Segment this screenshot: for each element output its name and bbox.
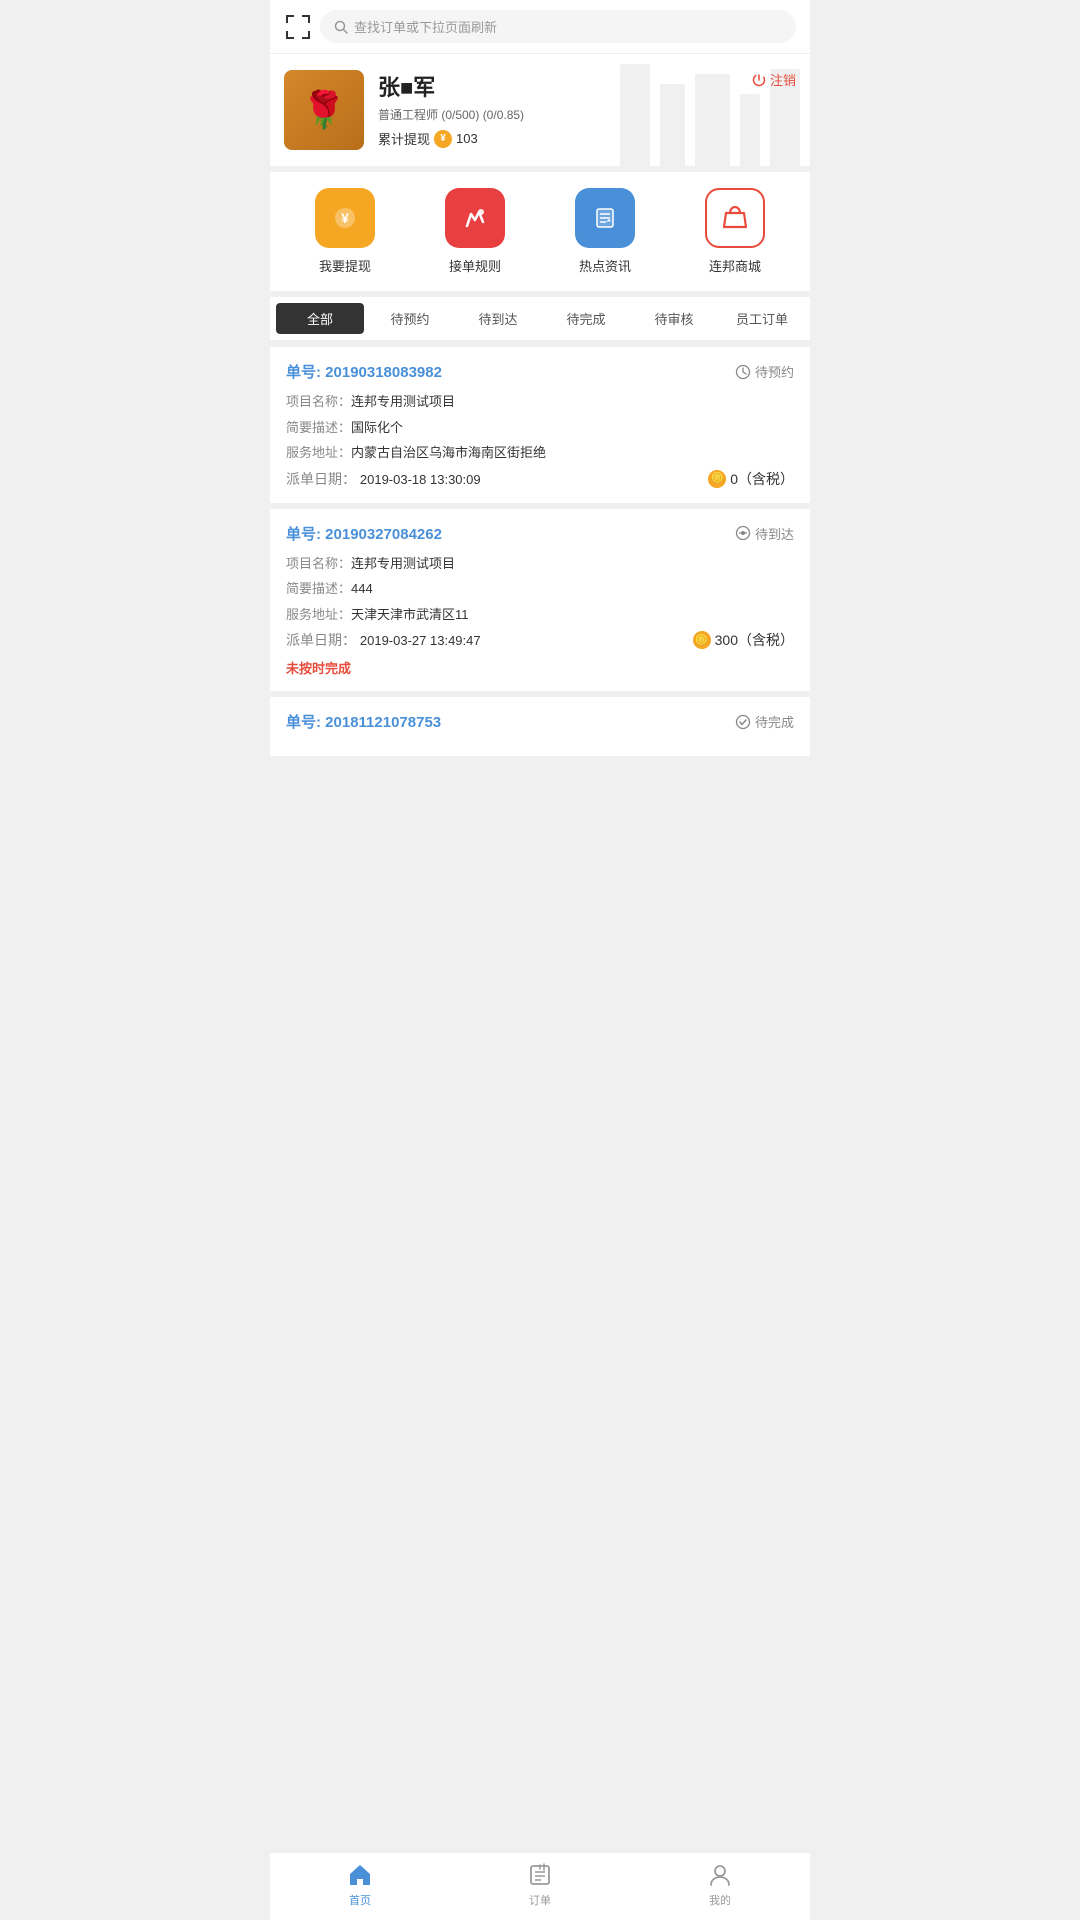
header: 查找订单或下拉页面刷新 [270, 0, 810, 54]
home-icon [346, 1861, 374, 1889]
price-coin-icon-2: 🪙 [693, 631, 711, 649]
mine-icon [706, 1861, 734, 1889]
rules-icon [445, 188, 505, 248]
news-label: 热点资讯 [579, 256, 631, 275]
desc-value-2: 444 [351, 579, 794, 599]
tab-pending-arrive[interactable]: 待到达 [454, 297, 542, 340]
arrive-icon [735, 525, 751, 541]
order-status-text-2: 待到达 [755, 524, 794, 543]
search-icon [334, 20, 348, 34]
action-withdraw[interactable]: ¥ 我要提现 [315, 188, 375, 275]
order-header-1: 单号: 20190318083982 待预约 [286, 361, 794, 382]
price-coin-icon-1: 🪙 [708, 470, 726, 488]
desc-value-1: 国际化个 [351, 418, 794, 438]
search-placeholder: 查找订单或下拉页面刷新 [354, 17, 497, 36]
action-rules[interactable]: 接单规则 [445, 188, 505, 275]
order-status-3: 待完成 [735, 712, 794, 731]
order-status-text-3: 待完成 [755, 712, 794, 731]
withdraw-icon: ¥ [315, 188, 375, 248]
coin-icon: ¥ [434, 130, 452, 148]
tab-all[interactable]: 全部 [276, 303, 364, 334]
address-label-2: 服务地址： [286, 605, 351, 625]
mall-icon [705, 188, 765, 248]
order-project-row-1: 项目名称： 连邦专用测试项目 [286, 392, 794, 412]
tab-pending-complete[interactable]: 待完成 [542, 297, 630, 340]
order-footer-2: 派单日期： 2019-03-27 13:49:47 🪙 300（含税） [286, 630, 794, 650]
quick-actions: ¥ 我要提现 接单规则 热点资讯 [270, 172, 810, 291]
order-price-2: 🪙 300（含税） [693, 630, 794, 650]
order-number-1: 单号: 20190318083982 [286, 361, 442, 382]
tab-pending-review[interactable]: 待审核 [630, 297, 718, 340]
project-label-2: 项目名称： [286, 554, 351, 574]
price-value-1: 0（含税） [730, 469, 794, 489]
order-price-1: 🪙 0（含税） [708, 469, 794, 489]
order-status-text-1: 待预约 [755, 362, 794, 381]
rules-label: 接单规则 [449, 256, 501, 275]
order-header-2: 单号: 20190327084262 待到达 [286, 523, 794, 544]
date-label-1: 派单日期： [286, 471, 356, 487]
order-address-row-2: 服务地址： 天津天津市武清区11 [286, 605, 794, 625]
bottom-nav: 首页 订单 我的 [270, 1852, 810, 1920]
clock-icon [735, 364, 751, 380]
tab-employee-order[interactable]: 员工订单 [718, 297, 806, 340]
tab-pending-appt[interactable]: 待预约 [366, 297, 454, 340]
project-value-1: 连邦专用测试项目 [351, 392, 794, 412]
action-news[interactable]: 热点资讯 [575, 188, 635, 275]
project-value-2: 连邦专用测试项目 [351, 554, 794, 574]
search-bar[interactable]: 查找订单或下拉页面刷新 [320, 10, 796, 43]
logout-label: 注销 [770, 70, 796, 89]
order-project-row-2: 项目名称： 连邦专用测试项目 [286, 554, 794, 574]
nav-home-label: 首页 [349, 1892, 371, 1908]
order-desc-row-2: 简要描述： 444 [286, 579, 794, 599]
nav-mine-label: 我的 [709, 1892, 731, 1908]
withdraw-amount: 103 [456, 131, 478, 146]
power-icon [752, 73, 766, 87]
scan-icon[interactable] [284, 13, 312, 41]
date-label-2: 派单日期： [286, 632, 356, 648]
order-card-3[interactable]: 单号: 20181121078753 待完成 [270, 697, 810, 756]
overdue-text-2: 未按时完成 [286, 658, 794, 677]
logout-button[interactable]: 注销 [752, 70, 796, 89]
nav-orders-label: 订单 [529, 1892, 551, 1908]
withdraw-label: 累计提现 [378, 129, 430, 148]
order-number-2: 单号: 20190327084262 [286, 523, 442, 544]
project-label: 项目名称： [286, 392, 351, 412]
profile-section: 🌹 张■军 普通工程师 (0/500) (0/0.85) 累计提现 ¥ 103 … [270, 54, 810, 166]
nav-orders[interactable]: 订单 [450, 1861, 630, 1908]
order-date-2: 2019-03-27 13:49:47 [360, 633, 481, 648]
complete-icon [735, 714, 751, 730]
order-card-2[interactable]: 单号: 20190327084262 待到达 项目名称： 连邦专用测试项目 简要… [270, 509, 810, 692]
nav-home[interactable]: 首页 [270, 1861, 450, 1908]
withdraw-label: 我要提现 [319, 256, 371, 275]
price-value-2: 300（含税） [715, 630, 794, 650]
order-date-1: 2019-03-18 13:30:09 [360, 472, 481, 487]
news-icon [575, 188, 635, 248]
orders-icon [526, 1861, 554, 1889]
address-value-1: 内蒙古自治区乌海市海南区街拒绝 [351, 443, 794, 463]
svg-text:¥: ¥ [341, 210, 349, 226]
order-number-3: 单号: 20181121078753 [286, 711, 441, 732]
nav-mine[interactable]: 我的 [630, 1861, 810, 1908]
mall-label: 连邦商城 [709, 256, 761, 275]
order-desc-row-1: 简要描述： 国际化个 [286, 418, 794, 438]
avatar: 🌹 [284, 70, 364, 150]
order-header-3: 单号: 20181121078753 待完成 [286, 711, 794, 732]
desc-label: 简要描述： [286, 418, 351, 438]
order-status-1: 待预约 [735, 362, 794, 381]
desc-label-2: 简要描述： [286, 579, 351, 599]
order-address-row-1: 服务地址： 内蒙古自治区乌海市海南区街拒绝 [286, 443, 794, 463]
address-value-2: 天津天津市武清区11 [351, 605, 794, 625]
order-footer-1: 派单日期： 2019-03-18 13:30:09 🪙 0（含税） [286, 469, 794, 489]
order-status-2: 待到达 [735, 524, 794, 543]
action-mall[interactable]: 连邦商城 [705, 188, 765, 275]
order-tabs: 全部 待预约 待到达 待完成 待审核 员工订单 [270, 297, 810, 341]
order-card-1[interactable]: 单号: 20190318083982 待预约 项目名称： 连邦专用测试项目 简要… [270, 347, 810, 503]
address-label: 服务地址： [286, 443, 351, 463]
